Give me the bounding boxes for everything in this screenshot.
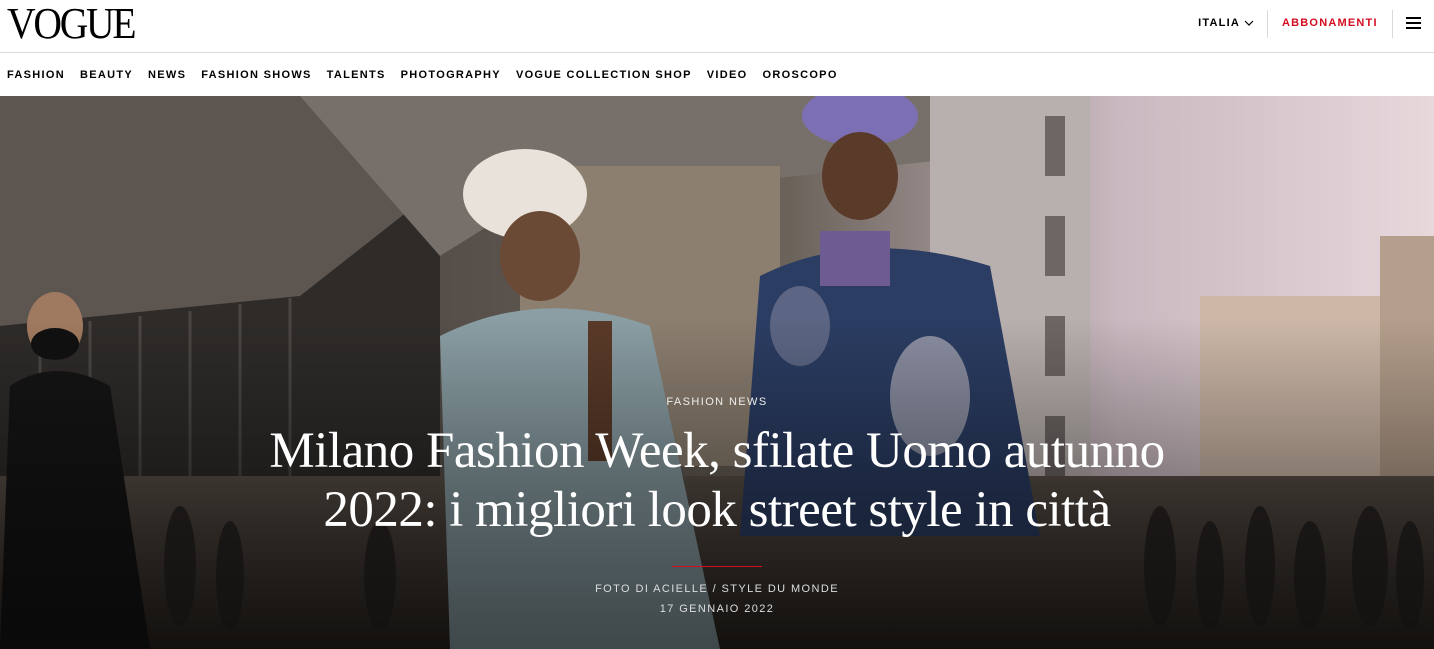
header-divider: [1392, 10, 1393, 38]
nav-item-news[interactable]: NEWS: [148, 69, 186, 81]
nav-item-vogue-collection-shop[interactable]: VOGUE COLLECTION SHOP: [516, 69, 692, 81]
nav-item-beauty[interactable]: BEAUTY: [80, 69, 133, 81]
vogue-logo[interactable]: VOGUE: [7, 2, 137, 46]
edition-selector[interactable]: ITALIA: [1198, 17, 1254, 29]
hero-text-block: FASHION NEWS Milano Fashion Week, sfilat…: [0, 396, 1434, 615]
photo-credit: FOTO DI ACIELLE / STYLE DU MONDE: [595, 583, 839, 595]
top-header: VOGUE ITALIA ABBONAMENTI: [0, 0, 1434, 53]
hamburger-menu-icon[interactable]: [1404, 14, 1424, 34]
nav-item-fashion-shows[interactable]: FASHION SHOWS: [201, 69, 311, 81]
nav-item-video[interactable]: VIDEO: [707, 69, 748, 81]
article-category[interactable]: FASHION NEWS: [0, 396, 1434, 408]
nav-item-oroscopo[interactable]: OROSCOPO: [762, 69, 837, 81]
subscribe-link[interactable]: ABBONAMENTI: [1282, 17, 1378, 29]
nav-item-fashion[interactable]: FASHION: [7, 69, 65, 81]
headline-divider: [672, 566, 762, 567]
header-divider: [1267, 10, 1268, 38]
article-headline[interactable]: Milano Fashion Week, sfilate Uomo autunn…: [217, 422, 1217, 540]
edition-label: ITALIA: [1198, 17, 1240, 29]
main-nav: FASHION BEAUTY NEWS FASHION SHOWS TALENT…: [0, 54, 1434, 96]
chevron-down-icon: [1244, 20, 1254, 26]
hero-article[interactable]: FASHION NEWS Milano Fashion Week, sfilat…: [0, 96, 1434, 649]
nav-item-photography[interactable]: PHOTOGRAPHY: [401, 69, 501, 81]
publish-date: 17 GENNAIO 2022: [659, 603, 775, 615]
nav-item-talents[interactable]: TALENTS: [327, 69, 386, 81]
